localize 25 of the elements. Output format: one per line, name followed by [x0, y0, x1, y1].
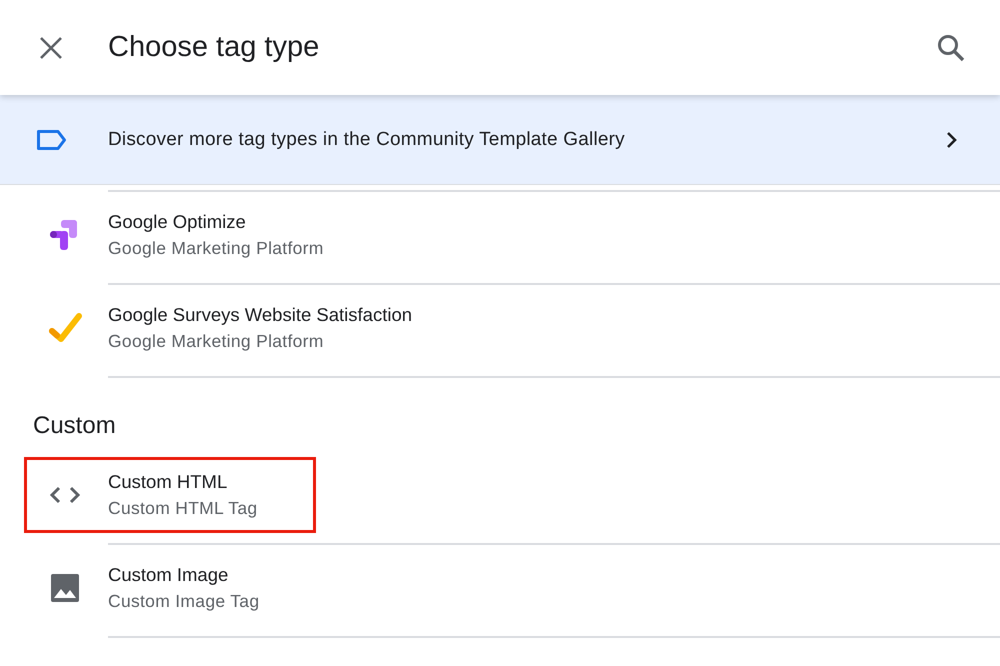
- tag-type-title: Custom HTML: [108, 471, 228, 493]
- tag-type-title: Custom Image: [108, 564, 230, 586]
- search-icon: [936, 32, 966, 62]
- tag-type-item[interactable]: Custom Image Custom Image Tag: [24, 550, 318, 626]
- checkmark-icon: [46, 311, 82, 345]
- search-button[interactable]: [936, 32, 966, 62]
- tag-type-item[interactable]: Google Surveys Website Satisfaction Google Marketing Platform: [24, 290, 472, 366]
- tag-type-title: Google Surveys Website Satisfaction: [108, 304, 412, 326]
- tag-type-title: Google Optimize: [108, 211, 247, 233]
- tag-type-item[interactable]: Custom HTML Custom HTML Tag: [24, 457, 316, 533]
- banner-text: Discover more tag types in the Community Template Gallery: [108, 128, 626, 150]
- tag-type-item[interactable]: Google Optimize Google Marketing Platform: [24, 197, 383, 273]
- section-heading: Custom: [32, 411, 117, 441]
- tag-type-subtitle: Google Marketing Platform: [108, 238, 324, 259]
- template-gallery-banner[interactable]: Discover more tag types in the Community Template Gallery: [0, 95, 1000, 185]
- image-icon: [50, 573, 80, 603]
- tag-type-subtitle: Custom HTML Tag: [108, 498, 258, 519]
- close-button[interactable]: [38, 34, 64, 60]
- tag-icon: [36, 128, 67, 150]
- chevron-right-icon: [946, 130, 958, 148]
- tag-type-subtitle: Custom Image Tag: [108, 591, 260, 612]
- dialog-title: Choose tag type: [108, 31, 320, 64]
- tag-type-subtitle: Google Marketing Platform: [108, 331, 325, 352]
- close-icon: [38, 34, 64, 60]
- code-brackets-icon: [48, 485, 80, 505]
